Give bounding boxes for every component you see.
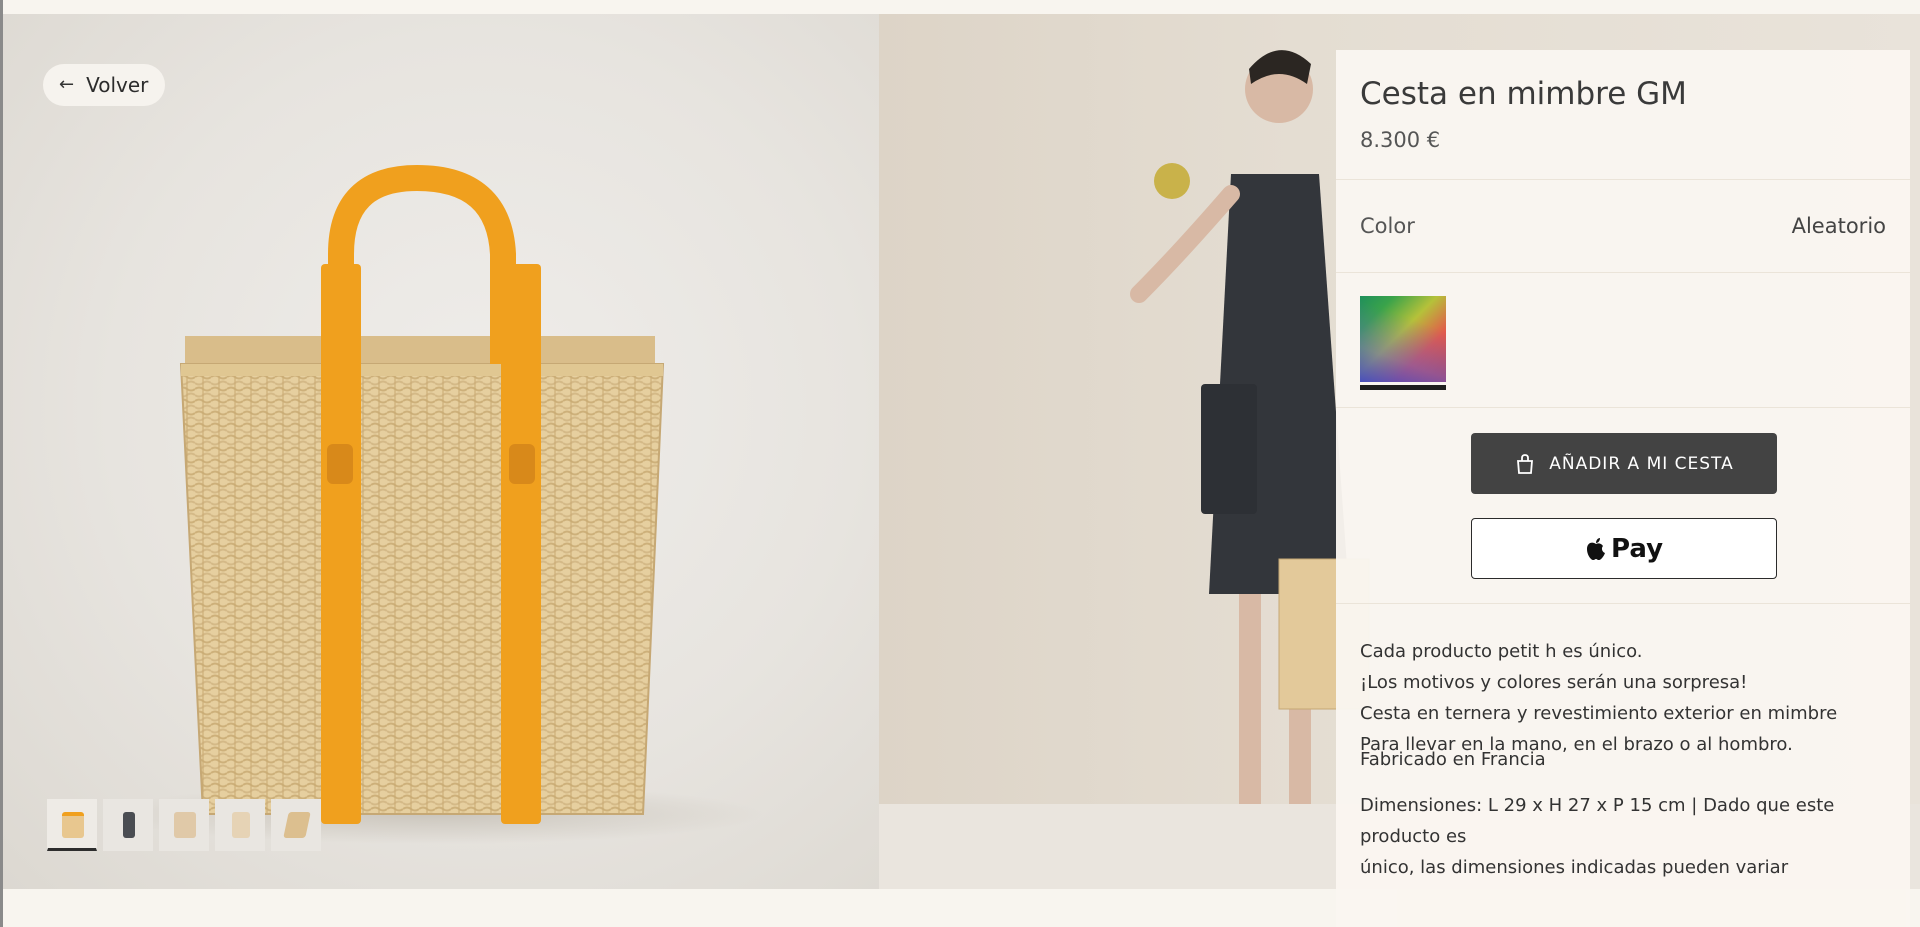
thumbnail-2[interactable]: [103, 799, 153, 851]
divider: [1336, 272, 1910, 273]
color-value: Aleatorio: [1791, 214, 1886, 238]
color-swatch-random[interactable]: [1360, 296, 1446, 390]
shopping-bag-icon: [1517, 453, 1534, 474]
top-strip: [0, 0, 1920, 14]
thumbnail-4[interactable]: [215, 799, 265, 851]
description-intro: Cada producto petit h es único. ¡Los mot…: [1360, 636, 1747, 698]
thumbnail-1[interactable]: [47, 799, 97, 851]
product-detail-panel: Cesta en mimbre GM 8.300 € Color Aleator…: [1336, 50, 1910, 927]
description-line: Cada producto petit h es único.: [1360, 641, 1643, 662]
description-line: único, las dimensiones indicadas pueden …: [1360, 857, 1789, 878]
product-page: ← Volver Cesta en mimbre GM 8.300 € Colo…: [0, 0, 1920, 927]
swatch-selected-indicator: [1360, 385, 1446, 390]
apple-pay-label: Pay: [1610, 533, 1664, 564]
product-price: 8.300 €: [1360, 128, 1441, 152]
add-to-cart-button[interactable]: AÑADIR A MI CESTA: [1471, 433, 1777, 494]
product-photo-basket: [3, 14, 879, 889]
basket-illustration: [103, 164, 763, 844]
arrow-left-icon: ←: [59, 74, 75, 95]
add-to-cart-label: AÑADIR A MI CESTA: [1549, 453, 1734, 474]
thumbnail-3[interactable]: [159, 799, 209, 851]
apple-pay-button[interactable]: Pay: [1471, 518, 1777, 579]
product-title: Cesta en mimbre GM: [1360, 76, 1687, 112]
thumbnail-strip: [47, 799, 321, 851]
color-label: Color: [1360, 214, 1415, 238]
description-line: Fabricado en Francia: [1360, 749, 1546, 770]
divider: [1336, 407, 1910, 408]
description-origin: Fabricado en Francia: [1360, 744, 1546, 775]
thumbnail-5[interactable]: [271, 799, 321, 851]
description-dimensions: Dimensiones: L 29 x H 27 x P 15 cm | Dad…: [1360, 790, 1910, 883]
back-button-label: Volver: [86, 73, 149, 97]
back-button[interactable]: ← Volver: [43, 64, 166, 106]
apple-logo-icon: [1586, 537, 1605, 560]
divider: [1336, 603, 1910, 604]
description-line: ¡Los motivos y colores serán una sorpres…: [1360, 672, 1748, 693]
divider: [1336, 179, 1910, 180]
description-line: Cesta en ternera y revestimiento exterio…: [1360, 703, 1838, 724]
swatch-gradient: [1360, 296, 1446, 382]
description-line: Dimensiones: L 29 x H 27 x P 15 cm | Dad…: [1360, 795, 1835, 847]
